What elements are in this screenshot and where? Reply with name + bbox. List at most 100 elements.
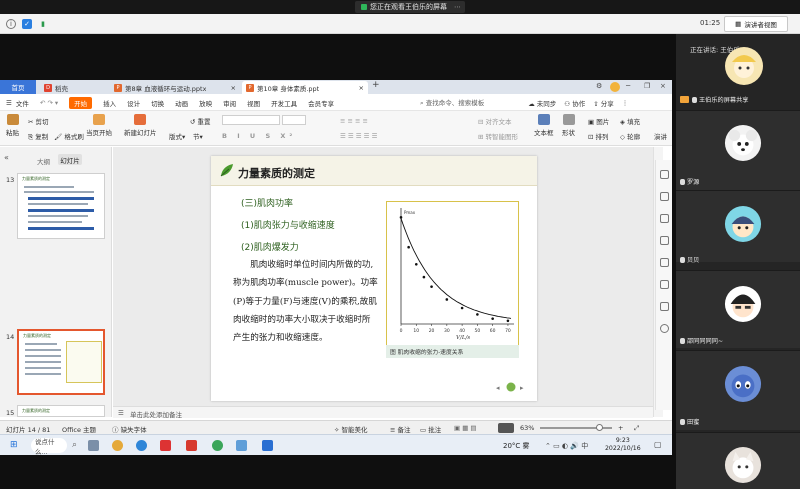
text-format-icons[interactable]: B I U S X²: [222, 132, 296, 140]
align-text-button[interactable]: ⊟ 对齐文本: [478, 116, 512, 126]
sync-status[interactable]: ☁ 未同步: [528, 98, 556, 108]
close-window-icon[interactable]: ×: [660, 82, 666, 90]
tray-icons[interactable]: ⌃ ▭ ◐ 🔊 中: [545, 441, 588, 451]
share-button[interactable]: ⇪ 分享: [593, 98, 614, 108]
tool-icon[interactable]: [660, 192, 669, 201]
close-icon[interactable]: ×: [231, 84, 236, 92]
avatar[interactable]: [610, 82, 620, 92]
tab-view[interactable]: 视图: [247, 98, 260, 108]
restore-icon[interactable]: ❐: [644, 82, 650, 90]
zoom-in-icon[interactable]: +: [618, 424, 623, 432]
shapes-button[interactable]: 形状: [562, 114, 575, 137]
task-view-icon[interactable]: [88, 440, 99, 451]
arrange-button[interactable]: ⊡ 排列: [588, 131, 609, 141]
new-tab-button[interactable]: +: [372, 80, 380, 90]
format-painter-button[interactable]: 🖌 格式刷: [54, 131, 84, 141]
windows-start-icon[interactable]: ⊞: [10, 440, 18, 450]
chat-input[interactable]: 说点什么...: [31, 438, 67, 456]
menu-icon[interactable]: ☰: [6, 99, 12, 107]
speaker-view-button[interactable]: ▦ 演讲者视图: [724, 16, 788, 32]
chrome-icon[interactable]: [112, 440, 123, 451]
slide-thumbnail-15[interactable]: 力量素质的测定: [17, 405, 105, 417]
shield-icon[interactable]: ✓: [22, 18, 32, 29]
notes-toggle-button[interactable]: ≡ 备注: [390, 424, 411, 434]
current-slide[interactable]: 力量素质的测定 (三)肌肉功率 (1)肌肉张力与收缩速度 (2)肌肉爆发力 肌肉…: [211, 156, 537, 401]
ie-icon[interactable]: [212, 440, 223, 451]
tab-animation[interactable]: 动画: [175, 98, 188, 108]
layout-button[interactable]: 版式▾: [169, 131, 185, 141]
tool-icon[interactable]: [660, 170, 669, 179]
copy-button[interactable]: ⎘ 复制: [28, 131, 48, 142]
picture-button[interactable]: ▣ 图片: [588, 116, 609, 126]
tab-design[interactable]: 设计: [127, 98, 140, 108]
collab-button[interactable]: ⚇ 协作: [564, 98, 585, 108]
slideshow-play-button[interactable]: [498, 423, 514, 433]
slide-nav-control[interactable]: ◂ ▸: [496, 382, 526, 392]
fit-window-icon[interactable]: ⤢: [634, 424, 639, 433]
tool-icon[interactable]: [660, 236, 669, 245]
tool-icon[interactable]: [660, 302, 669, 311]
tab-review[interactable]: 审阅: [223, 98, 236, 108]
tool-icon[interactable]: [660, 258, 669, 267]
paragraph-icons[interactable]: ≡ ≡ ≡ ≡: [340, 117, 368, 125]
more-icon[interactable]: ⋯: [454, 3, 461, 11]
minimize-icon[interactable]: ─: [626, 82, 630, 90]
tab-dev[interactable]: 开发工具: [271, 98, 297, 108]
cut-button[interactable]: ✂ 剪切: [28, 116, 49, 126]
view-mode-icons[interactable]: ▣ ▦ ▤: [454, 424, 477, 432]
play-from-current-button[interactable]: 当页开始: [86, 114, 112, 137]
fill-button[interactable]: ◈ 填充: [620, 116, 640, 126]
meeting-app-icon[interactable]: [262, 440, 273, 451]
section-button[interactable]: 节▾: [193, 131, 203, 141]
tab-home[interactable]: 首页: [0, 80, 36, 94]
edge-icon[interactable]: [136, 440, 147, 451]
more-icon[interactable]: ⋮: [622, 99, 629, 107]
weather-widget[interactable]: 20°C 雾: [503, 441, 530, 451]
present-button[interactable]: 演讲: [654, 131, 667, 141]
location-icon[interactable]: [660, 324, 669, 333]
tab-ppt10[interactable]: P 第10章 身体素质.ppt ×: [242, 81, 368, 94]
slide-thumbnail-13[interactable]: 力量素质的测定: [17, 173, 105, 239]
signal-icon[interactable]: ▮: [38, 19, 48, 29]
tab-daoke[interactable]: D 稻壳: [40, 81, 108, 94]
close-icon[interactable]: ×: [359, 84, 364, 92]
reset-button[interactable]: ↺ 重置: [190, 116, 211, 126]
tab-transition[interactable]: 切换: [151, 98, 164, 108]
undo-icon[interactable]: ↶ ↷ ▾: [40, 99, 58, 107]
tab-slides[interactable]: 幻灯片: [58, 154, 82, 165]
tool-icon[interactable]: [660, 280, 669, 289]
new-slide-button[interactable]: 新建幻灯片: [124, 114, 157, 137]
tool-icon[interactable]: [660, 214, 669, 223]
settings-icon[interactable]: ⚙: [596, 82, 602, 90]
search-icon[interactable]: ⌕: [72, 440, 77, 450]
app-icon[interactable]: [236, 440, 247, 451]
system-clock[interactable]: 9:23 2022/10/16: [605, 437, 641, 453]
outline-button[interactable]: ◇ 轮廓: [620, 131, 640, 141]
smart-beautify-button[interactable]: ✧ 智能美化: [334, 424, 368, 434]
convert-smartart-button[interactable]: ⊞ 转智能图形: [478, 131, 518, 141]
tab-insert[interactable]: 插入: [103, 98, 116, 108]
notes-bar[interactable]: ☰ 单击此处添加备注: [113, 406, 653, 419]
font-family-select[interactable]: [222, 115, 280, 125]
collapse-panel-icon[interactable]: «: [4, 153, 9, 162]
tab-start[interactable]: 开始: [69, 96, 93, 109]
missing-font-button[interactable]: ⓘ 缺失字体: [112, 424, 147, 434]
zoom-level[interactable]: 63%: [520, 424, 534, 432]
tab-ppt8[interactable]: P 第8章 血液循环与运动.pptx ×: [110, 81, 240, 94]
share-banner[interactable]: 您正在观看王伯乐的屏幕 ⋯: [355, 1, 465, 13]
tab-outline[interactable]: 大纲: [37, 156, 50, 166]
info-icon[interactable]: i: [6, 18, 16, 29]
notification-icon[interactable]: ▢: [654, 440, 662, 449]
tab-vip[interactable]: 会员专享: [308, 98, 334, 108]
tab-show[interactable]: 放映: [199, 98, 212, 108]
paste-button[interactable]: 粘贴: [6, 114, 19, 137]
font-size-select[interactable]: [282, 115, 306, 125]
wps-icon[interactable]: [186, 440, 197, 451]
slide-thumbnail-14[interactable]: 力量素质的测定: [17, 329, 105, 395]
app-icon[interactable]: [160, 440, 171, 451]
command-search[interactable]: ⌕ 查找命令、搜索模板: [420, 97, 484, 108]
comment-button[interactable]: ▭ 批注: [420, 424, 441, 434]
alignment-icons[interactable]: ☰ ☰ ☰ ☰ ☰: [340, 132, 377, 140]
menu-file[interactable]: 文件: [16, 98, 29, 108]
zoom-slider-knob[interactable]: [596, 424, 603, 431]
